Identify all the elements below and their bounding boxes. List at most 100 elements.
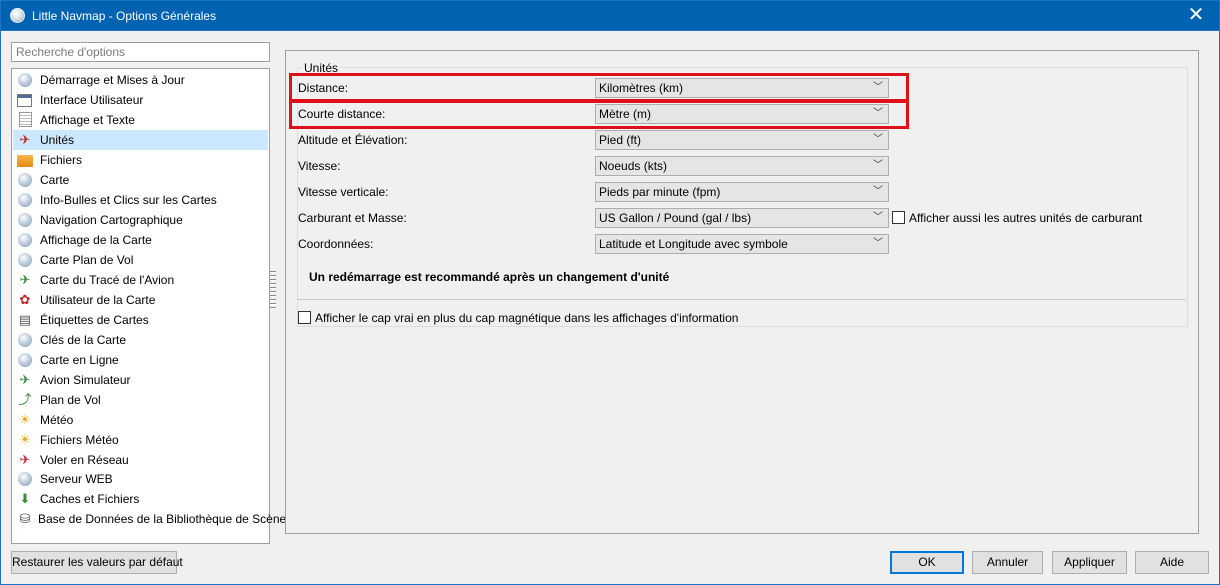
help-button[interactable]: Aide	[1135, 551, 1209, 574]
sidebar-item-simulator-aircraft[interactable]: ✈ Avion Simulateur	[13, 370, 268, 390]
altitude-select-value: Pied (ft)	[599, 133, 642, 147]
sidebar-item-label: Carte	[40, 173, 70, 187]
true-course-label: Afficher le cap vrai en plus du cap magn…	[315, 311, 739, 325]
chevron-down-icon: ﹀	[873, 238, 883, 249]
title-bar: Little Navmap - Options Générales ✕	[0, 0, 1220, 31]
sidebar-item-map-display[interactable]: Affichage de la Carte	[13, 230, 268, 250]
sidebar-item-label: Fichiers Météo	[40, 433, 119, 447]
sidebar-item-label: Utilisateur de la Carte	[40, 293, 156, 307]
short-distance-highlight-box	[289, 100, 909, 129]
fuel-mass-label: Carburant et Masse:	[298, 211, 407, 225]
sidebar-item-label: Navigation Cartographique	[40, 213, 183, 227]
sidebar-item-map-labels[interactable]: ▤ Étiquettes de Cartes	[13, 310, 268, 330]
globe-navigation-icon	[18, 213, 32, 227]
close-icon[interactable]: ✕	[1173, 1, 1219, 31]
sidebar-item-label: Plan de Vol	[40, 393, 101, 407]
sidebar-item-web-server[interactable]: Serveur WEB	[13, 469, 268, 489]
coordinates-label: Coordonnées:	[298, 237, 374, 251]
apply-button[interactable]: Appliquer	[1052, 551, 1127, 574]
folder-icon	[17, 155, 33, 167]
user-map-icon: ✿	[19, 292, 31, 307]
sidebar-item-label: Base de Données de la Bibliothèque de Sc…	[38, 512, 293, 526]
document-icon	[19, 112, 32, 127]
app-globe-icon	[10, 8, 25, 23]
sidebar-item-label: Démarrage et Mises à Jour	[40, 73, 185, 87]
sidebar-item-label: Interface Utilisateur	[40, 93, 144, 107]
vertical-speed-select[interactable]: Pieds par minute (fpm) ﹀	[595, 182, 889, 202]
altitude-label: Altitude et Élévation:	[298, 133, 408, 147]
sidebar-item-online-map[interactable]: Carte en Ligne	[13, 350, 268, 370]
window-frame-left	[0, 31, 1, 585]
sidebar-item-label: Affichage et Texte	[40, 113, 135, 127]
splitter-handle[interactable]	[270, 271, 276, 315]
cache-download-icon: ⬇	[19, 491, 31, 506]
sidebar-item-label: Fichiers	[40, 153, 83, 167]
sidebar-item-aircraft-trail[interactable]: ✈ Carte du Tracé de l'Avion	[13, 270, 268, 290]
sidebar-item-user-map[interactable]: ✿ Utilisateur de la Carte	[13, 290, 268, 310]
labels-icon: ▤	[18, 312, 32, 327]
sidebar-item-label: Voler en Réseau	[40, 453, 129, 467]
sidebar-item-user-interface[interactable]: Interface Utilisateur	[13, 90, 268, 110]
sidebar-item-scenery-database[interactable]: ⛁ Base de Données de la Bibliothèque de …	[13, 509, 293, 529]
database-icon: ⛁	[19, 511, 31, 526]
sidebar-item-label: Affichage de la Carte	[40, 233, 152, 247]
coordinates-select[interactable]: Latitude et Longitude avec symbole ﹀	[595, 234, 889, 254]
sidebar-item-tooltips-clicks[interactable]: Info-Bulles et Clics sur les Cartes	[13, 190, 268, 210]
other-fuel-units-label: Afficher aussi les autres unités de carb…	[909, 211, 1143, 225]
web-server-icon	[18, 472, 32, 486]
other-fuel-units-checkbox[interactable]	[892, 211, 905, 224]
sidebar-item-display-text[interactable]: Affichage et Texte	[13, 110, 268, 130]
sidebar-item-label: Unités	[40, 133, 75, 147]
units-icon: ✈	[19, 132, 31, 147]
map-keys-icon	[18, 333, 32, 347]
options-sidebar[interactable]: Démarrage et Mises à Jour Interface Util…	[11, 68, 293, 544]
vertical-speed-label: Vitesse verticale:	[298, 185, 389, 199]
sidebar-item-map-keys[interactable]: Clés de la Carte	[13, 330, 268, 350]
distance-highlight-box	[289, 73, 909, 102]
fuel-mass-select[interactable]: US Gallon / Pound (gal / lbs) ﹀	[595, 208, 889, 228]
globe-info-icon	[18, 193, 32, 207]
globe-icon	[18, 173, 32, 187]
network-aircraft-icon: ✈	[19, 452, 31, 467]
sidebar-item-label: Carte en Ligne	[40, 353, 119, 367]
window-icon	[17, 94, 32, 107]
altitude-select[interactable]: Pied (ft) ﹀	[595, 130, 889, 150]
aircraft-trail-icon: ✈	[19, 272, 31, 287]
sidebar-item-files[interactable]: Fichiers	[13, 150, 268, 170]
cancel-button[interactable]: Annuler	[972, 551, 1043, 574]
flightplan-icon: ⤴	[18, 392, 32, 407]
sidebar-item-label: Serveur WEB	[40, 472, 113, 486]
online-map-icon	[18, 353, 32, 367]
fuel-mass-select-value: US Gallon / Pound (gal / lbs)	[599, 211, 752, 225]
sidebar-item-label: Info-Bulles et Clics sur les Cartes	[40, 193, 217, 207]
restore-defaults-button[interactable]: Restaurer les valeurs par défaut	[11, 551, 183, 574]
sidebar-item-label: Caches et Fichiers	[40, 492, 140, 506]
sidebar-item-flightplan-map[interactable]: Carte Plan de Vol	[13, 250, 268, 270]
globe-flightplan-icon	[18, 253, 32, 267]
sidebar-item-map-navigation[interactable]: Navigation Cartographique	[13, 210, 268, 230]
search-input[interactable]	[11, 42, 270, 62]
sidebar-item-caches-files[interactable]: ⬇ Caches et Fichiers	[13, 489, 268, 509]
coordinates-select-value: Latitude et Longitude avec symbole	[599, 237, 788, 251]
sidebar-item-units[interactable]: ✈ Unités	[13, 130, 268, 150]
chevron-down-icon: ﹀	[873, 160, 883, 171]
aircraft-icon: ✈	[19, 372, 31, 387]
chevron-down-icon: ﹀	[873, 134, 883, 145]
window-title: Little Navmap - Options Générales	[32, 9, 217, 23]
sidebar-item-flight-plan[interactable]: ⤴ Plan de Vol	[13, 390, 268, 410]
true-course-checkbox[interactable]	[298, 311, 311, 324]
weather-files-icon: ☀	[19, 432, 31, 447]
ok-button[interactable]: OK	[890, 551, 964, 574]
sidebar-item-weather-files[interactable]: ☀ Fichiers Météo	[13, 430, 268, 450]
sidebar-item-label: Clés de la Carte	[40, 333, 127, 347]
sidebar-item-map[interactable]: Carte	[13, 170, 268, 190]
sidebar-item-online-network[interactable]: ✈ Voler en Réseau	[13, 450, 268, 470]
sidebar-item-startup[interactable]: Démarrage et Mises à Jour	[13, 70, 268, 90]
speed-label: Vitesse:	[298, 159, 341, 173]
sidebar-item-label: Étiquettes de Cartes	[40, 313, 149, 327]
speed-select[interactable]: Noeuds (kts) ﹀	[595, 156, 889, 176]
sidebar-item-label: Carte du Tracé de l'Avion	[40, 273, 175, 287]
speed-select-value: Noeuds (kts)	[599, 159, 668, 173]
sidebar-item-weather[interactable]: ☀ Météo	[13, 410, 268, 430]
vertical-speed-select-value: Pieds par minute (fpm)	[599, 185, 721, 199]
